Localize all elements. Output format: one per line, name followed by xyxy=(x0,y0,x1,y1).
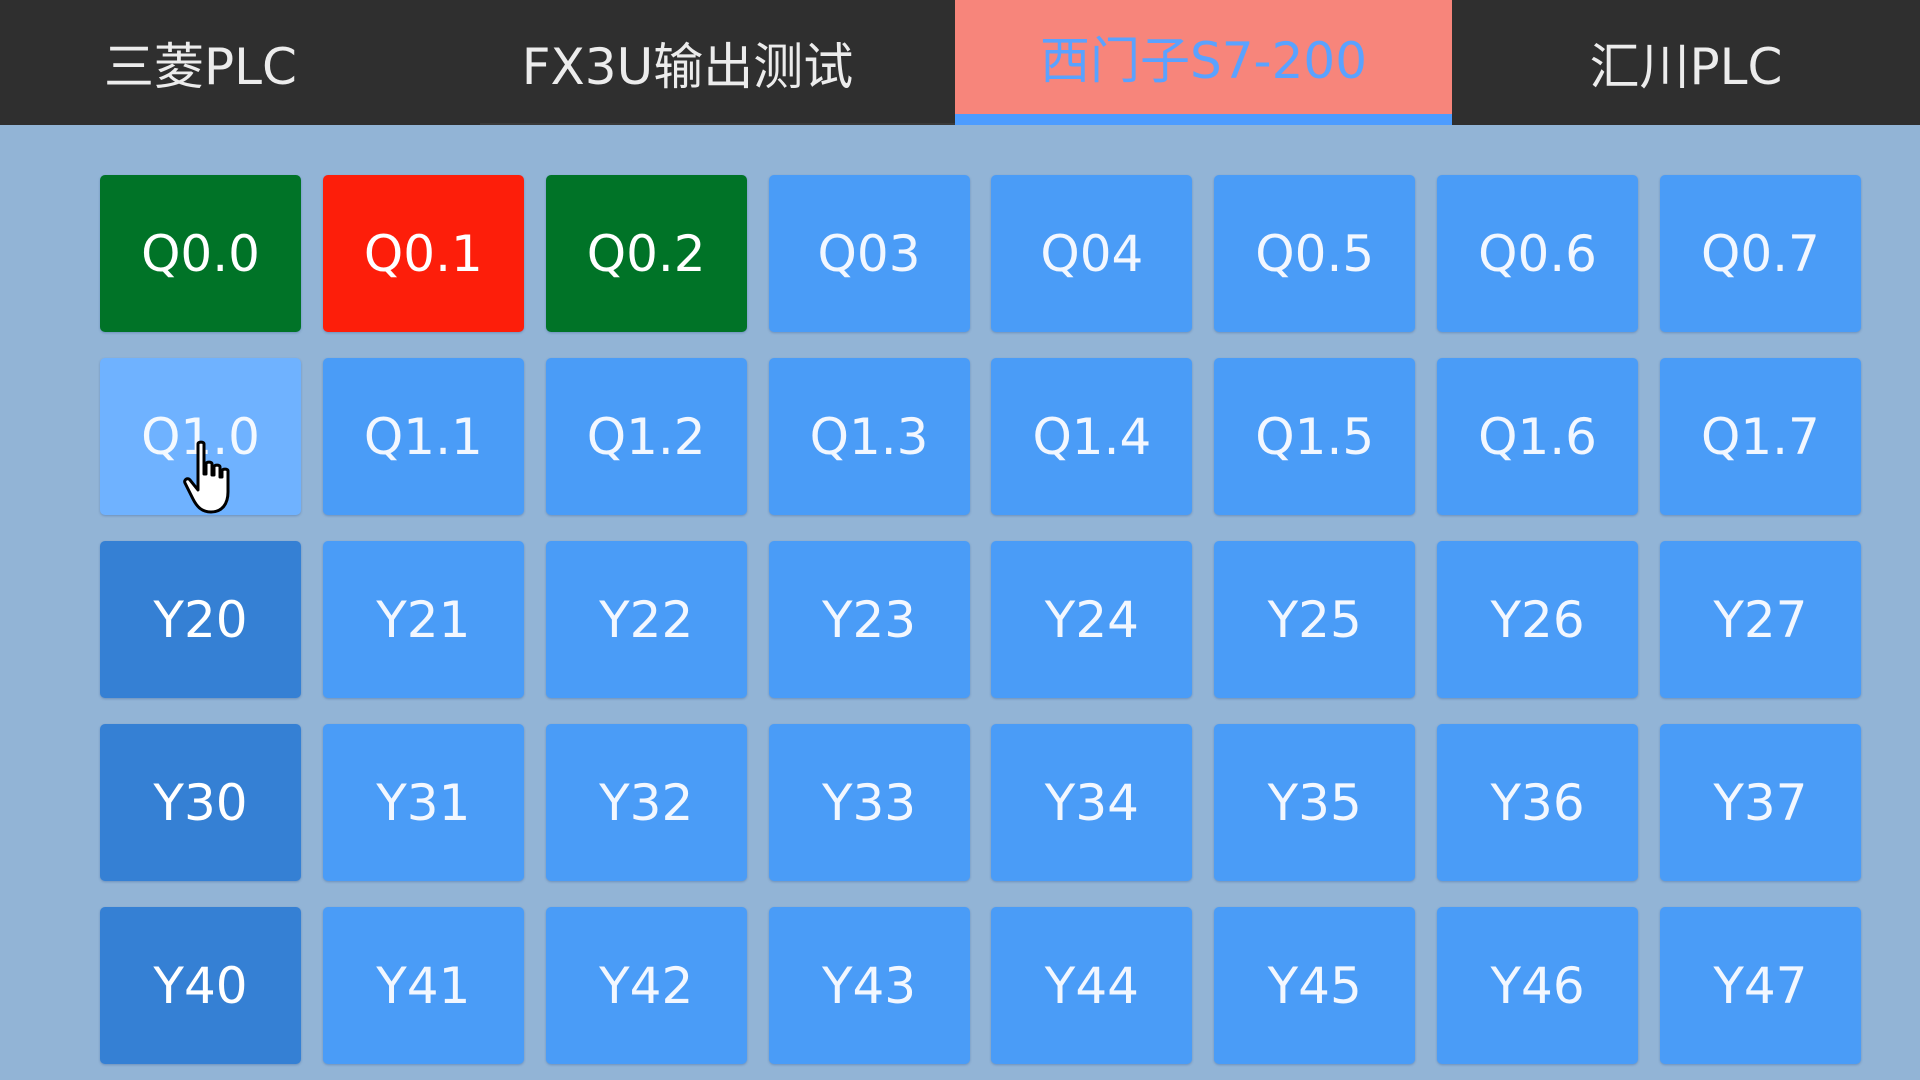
output-button-4-0[interactable]: Y40 xyxy=(100,907,301,1064)
output-button-2-0[interactable]: Y20 xyxy=(100,541,301,698)
output-button-0-7[interactable]: Q0.7 xyxy=(1659,175,1861,332)
output-button-grid: Q0.0 Q0.1 Q0.2 Q03 Q04 Q0.5 Q0.6 Q0.7 Q1.0 Q1.1 Q1… xyxy=(100,175,1861,1064)
output-button-1-3[interactable]: Q1.3 xyxy=(768,358,970,515)
output-button-1-4[interactable]: Q1.4 xyxy=(991,358,1193,515)
tab-label: 西门子S7-200 xyxy=(1039,32,1368,90)
tab-label: 汇川PLC xyxy=(1589,37,1783,96)
output-button-2-4[interactable]: Y24 xyxy=(991,541,1193,698)
output-button-0-1[interactable]: Q0.1 xyxy=(322,175,524,332)
tab-divider xyxy=(480,123,955,125)
output-button-2-3[interactable]: Y23 xyxy=(768,541,970,698)
output-button-2-5[interactable]: Y25 xyxy=(1214,541,1416,698)
output-button-1-2[interactable]: Q1.2 xyxy=(545,358,747,515)
output-button-0-3[interactable]: Q03 xyxy=(768,175,970,332)
output-button-3-4[interactable]: Y34 xyxy=(991,724,1193,881)
output-button-4-4[interactable]: Y44 xyxy=(991,907,1193,1064)
tab-label: FX3U输出测试 xyxy=(521,37,854,96)
output-button-1-1[interactable]: Q1.1 xyxy=(322,358,524,515)
output-button-3-7[interactable]: Y37 xyxy=(1659,724,1861,881)
output-button-4-1[interactable]: Y41 xyxy=(322,907,524,1064)
output-button-0-6[interactable]: Q0.6 xyxy=(1437,175,1639,332)
output-button-0-5[interactable]: Q0.5 xyxy=(1214,175,1416,332)
output-button-2-6[interactable]: Y26 xyxy=(1437,541,1639,698)
output-button-1-7[interactable]: Q1.7 xyxy=(1659,358,1861,515)
tab-mitsubishi-plc[interactable]: 三菱PLC xyxy=(0,0,420,125)
output-button-3-5[interactable]: Y35 xyxy=(1214,724,1416,881)
output-button-4-7[interactable]: Y47 xyxy=(1659,907,1861,1064)
output-button-2-7[interactable]: Y27 xyxy=(1659,541,1861,698)
output-button-1-5[interactable]: Q1.5 xyxy=(1214,358,1416,515)
output-button-3-3[interactable]: Y33 xyxy=(768,724,970,881)
output-button-4-3[interactable]: Y43 xyxy=(768,907,970,1064)
tab-inovance-plc[interactable]: 汇川PLC xyxy=(1452,0,1920,125)
output-button-4-5[interactable]: Y45 xyxy=(1214,907,1416,1064)
output-button-3-6[interactable]: Y36 xyxy=(1437,724,1639,881)
tab-fx3u-output-test[interactable]: FX3U输出测试 xyxy=(420,0,955,125)
output-button-0-2[interactable]: Q0.2 xyxy=(545,175,747,332)
output-button-0-0[interactable]: Q0.0 xyxy=(100,175,301,332)
output-button-4-6[interactable]: Y46 xyxy=(1437,907,1639,1064)
output-button-2-2[interactable]: Y22 xyxy=(545,541,747,698)
tab-bar: 三菱PLC FX3U输出测试 西门子S7-200 汇川PLC xyxy=(0,0,1920,125)
output-button-3-1[interactable]: Y31 xyxy=(322,724,524,881)
output-button-3-0[interactable]: Y30 xyxy=(100,724,301,881)
tab-siemens-s7-200[interactable]: 西门子S7-200 xyxy=(955,0,1452,125)
output-button-1-6[interactable]: Q1.6 xyxy=(1437,358,1639,515)
output-button-3-2[interactable]: Y32 xyxy=(545,724,747,881)
tab-label: 三菱PLC xyxy=(104,37,297,96)
output-button-2-1[interactable]: Y21 xyxy=(322,541,524,698)
output-button-4-2[interactable]: Y42 xyxy=(545,907,747,1064)
output-button-0-4[interactable]: Q04 xyxy=(991,175,1193,332)
output-button-1-0[interactable]: Q1.0 xyxy=(100,358,301,515)
